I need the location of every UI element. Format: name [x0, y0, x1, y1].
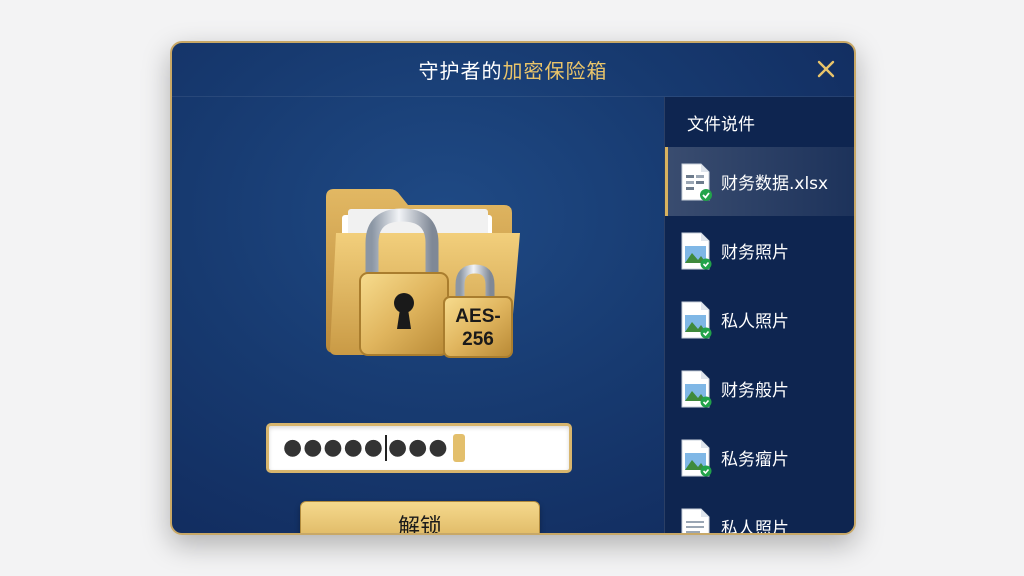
- encryption-badge-line2: 256: [462, 329, 494, 350]
- file-item[interactable]: 私人照片: [665, 492, 854, 535]
- title-bar: 守护者的加密保险箱: [172, 43, 854, 97]
- locked-folder-icon: AES- 256: [326, 189, 520, 358]
- file-item[interactable]: 财务照片: [665, 216, 854, 285]
- window-title: 守护者的加密保险箱: [419, 55, 608, 84]
- image-file-icon: [679, 438, 713, 478]
- file-item[interactable]: 财务数据.xlsx: [665, 147, 854, 216]
- document-file-icon: [679, 507, 713, 533]
- close-button[interactable]: [814, 57, 838, 81]
- file-list: 财务数据.xlsx 财务照片 私人照片 财务般片 私务瘤片 私人照片: [665, 147, 854, 535]
- unlock-panel: AES- 256 ●●●●● ●●● 解锁: [172, 97, 664, 533]
- file-name: 私务瘤片: [721, 450, 789, 470]
- image-file-icon: [679, 231, 713, 271]
- password-masked-before: ●●●●●: [283, 435, 384, 460]
- file-sidebar: 文件说件 财务数据.xlsx 财务照片 私人照片 财务般片 私务瘤片 私人照片: [664, 97, 854, 535]
- sidebar-title: 文件说件: [687, 114, 755, 135]
- password-input[interactable]: ●●●●● ●●●: [266, 423, 572, 473]
- close-icon: [817, 60, 835, 78]
- file-item[interactable]: 私务瘤片: [665, 423, 854, 492]
- title-accent: 加密保险箱: [502, 59, 608, 83]
- password-masked-after: ●●●: [387, 435, 449, 460]
- file-name: 私人照片: [721, 312, 789, 332]
- image-file-icon: [679, 300, 713, 340]
- encryption-badge-line1: AES-: [455, 306, 500, 327]
- unlock-button[interactable]: 解锁: [300, 501, 540, 533]
- vault-window: 守护者的加密保险箱 AES- 256 ●●●●● ●●● 解锁 文件说件 财务数…: [170, 41, 856, 535]
- password-cursor-handle: [452, 434, 465, 462]
- file-name: 财务照片: [721, 243, 789, 263]
- spreadsheet-file-icon: [679, 162, 713, 202]
- text-caret: [384, 435, 387, 461]
- file-name: 私人照片: [721, 519, 789, 535]
- file-name: 财务数据.xlsx: [721, 174, 829, 194]
- image-file-icon: [679, 369, 713, 409]
- title-prefix: 守护者的: [418, 59, 503, 83]
- file-item[interactable]: 财务般片: [665, 354, 854, 423]
- file-name: 财务般片: [721, 381, 789, 401]
- file-item[interactable]: 私人照片: [665, 285, 854, 354]
